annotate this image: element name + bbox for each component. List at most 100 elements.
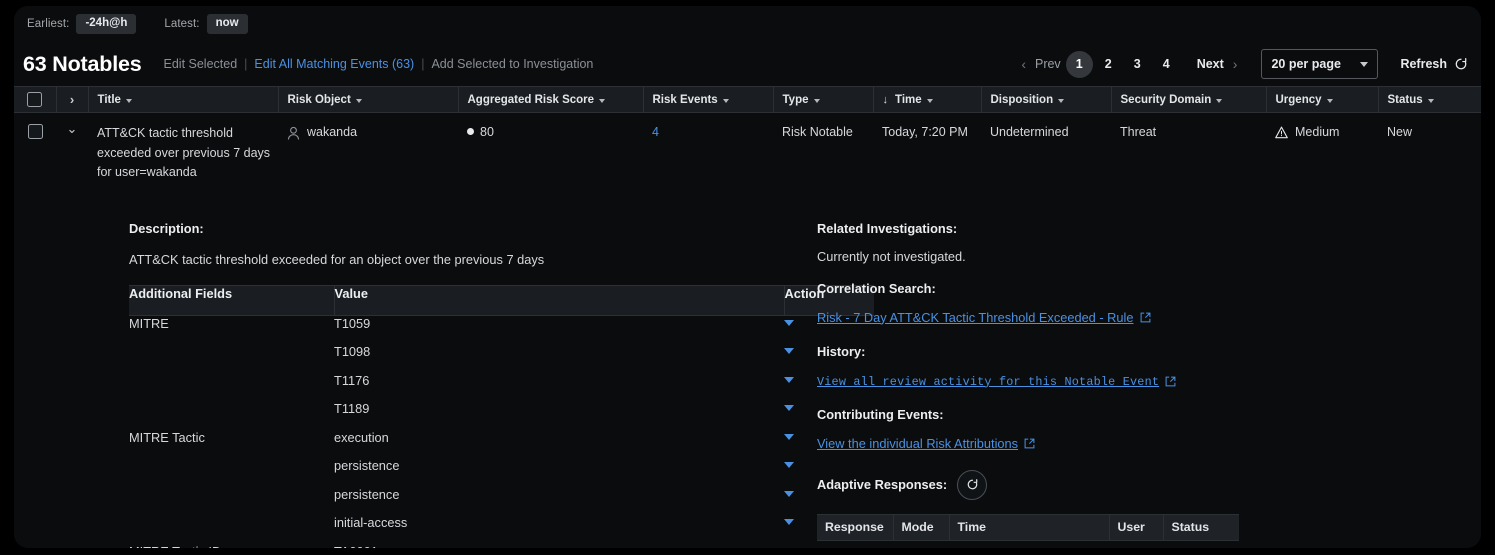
select-all-checkbox[interactable] <box>27 92 42 107</box>
contributing-events-section: Contributing Events: View the individual… <box>817 407 1481 453</box>
ar-response-link[interactable]: Notable <box>817 540 893 548</box>
pagination: ‹ Prev 1 2 3 4 Next › <box>1017 51 1241 78</box>
edit-all-matching-events-link[interactable]: Edit All Matching Events (63) <box>254 57 414 71</box>
action-caret-icon[interactable] <box>784 491 794 497</box>
time-value: Today, 7:20 PM <box>873 113 981 151</box>
row-checkbox[interactable] <box>28 124 43 139</box>
chevron-down-icon <box>1058 99 1064 103</box>
ar-column-response: Response <box>817 514 893 540</box>
page-button-1[interactable]: 1 <box>1066 51 1093 78</box>
contributing-events-link[interactable]: View the individual Risk Attributions <box>817 436 1035 451</box>
cell-time: Today, 7:20 PM <box>873 113 981 193</box>
cell-risk-events: 4 <box>643 113 773 193</box>
earliest-value[interactable]: -24h@h <box>76 14 136 34</box>
ar-status-value: success <box>1186 548 1230 549</box>
field-value: T1176 <box>334 373 784 402</box>
action-caret-icon[interactable] <box>784 348 794 354</box>
column-header-risk-events[interactable]: Risk Events <box>643 87 773 113</box>
related-investigations-section: Related Investigations: Currently not in… <box>817 221 1481 264</box>
history-heading: History: <box>817 344 1481 359</box>
external-link-icon <box>1024 438 1035 449</box>
field-value: T1189 <box>334 401 784 430</box>
chevron-left-icon[interactable]: ‹ <box>1017 57 1030 71</box>
column-header-time[interactable]: ↓ Time <box>873 87 981 113</box>
latest-value[interactable]: now <box>207 14 248 34</box>
column-header-status[interactable]: Status <box>1378 87 1481 113</box>
field-name <box>129 458 334 487</box>
notables-window: Earliest: -24h@h Latest: now 63 Notables… <box>14 6 1481 548</box>
chevron-right-icon[interactable]: › <box>1229 57 1242 71</box>
action-caret-icon[interactable] <box>784 462 794 468</box>
column-label: Time <box>895 94 922 106</box>
history-section: History: View all review activity for th… <box>817 344 1481 390</box>
action-caret-icon[interactable] <box>784 548 794 549</box>
adaptive-responses-header-row: Response Mode Time User Status <box>817 514 1239 540</box>
chevron-down-icon <box>927 99 933 103</box>
field-row: MITRE Tactic execution <box>129 430 874 459</box>
column-header-risk-object[interactable]: Risk Object <box>278 87 458 113</box>
history-link[interactable]: View all review activity for this Notabl… <box>817 375 1176 389</box>
row-title: ATT&CK tactic threshold exceeded over pr… <box>88 113 278 193</box>
refresh-label: Refresh <box>1400 57 1447 71</box>
column-header-security-domain[interactable]: Security Domain <box>1111 87 1266 113</box>
action-caret-icon[interactable] <box>784 405 794 411</box>
refresh-icon <box>966 478 979 491</box>
history-link-label: View all review activity for this Notabl… <box>817 375 1159 389</box>
table-row[interactable]: ⌄ ATT&CK tactic threshold exceeded over … <box>14 113 1481 193</box>
related-investigations-heading: Related Investigations: <box>817 221 1481 236</box>
expand-all-header[interactable]: › <box>56 87 88 113</box>
refresh-icon <box>1454 57 1468 71</box>
page-button-4[interactable]: 4 <box>1153 51 1180 78</box>
action-caret-icon[interactable] <box>784 320 794 326</box>
column-header-disposition[interactable]: Disposition <box>981 87 1111 113</box>
page-button-3[interactable]: 3 <box>1124 51 1151 78</box>
chevron-down-icon <box>723 99 729 103</box>
edit-selected-link[interactable]: Edit Selected <box>164 57 238 71</box>
field-value: execution <box>334 430 784 459</box>
cell-title: ATT&CK tactic threshold exceeded over pr… <box>88 113 278 193</box>
field-name <box>129 373 334 402</box>
field-value: persistence <box>334 458 784 487</box>
field-value: initial-access <box>334 515 784 544</box>
row-select-cell[interactable] <box>14 113 56 193</box>
risk-events-link[interactable]: 4 <box>643 113 773 151</box>
prev-page-button[interactable]: Prev <box>1032 57 1064 71</box>
action-caret-icon[interactable] <box>784 519 794 525</box>
adaptive-responses-refresh-button[interactable] <box>957 470 987 500</box>
external-link-icon <box>1165 376 1176 387</box>
adaptive-responses-table: Response Mode Time User Status Notable s… <box>817 514 1239 549</box>
cell-disposition: Undetermined <box>981 113 1111 193</box>
check-icon: ✓ <box>1171 548 1181 549</box>
action-caret-icon[interactable] <box>784 377 794 383</box>
value-header: Value <box>334 285 784 315</box>
field-row: T1189 <box>129 401 874 430</box>
field-name <box>129 515 334 544</box>
row-expand-cell[interactable]: ⌄ <box>56 113 88 193</box>
chevron-right-icon[interactable]: › <box>70 93 74 106</box>
additional-fields-header: Additional Fields <box>129 285 334 315</box>
chevron-down-icon[interactable]: ⌄ <box>67 122 78 135</box>
chevron-down-icon <box>1327 99 1333 103</box>
field-row: T1176 <box>129 373 874 402</box>
sort-descending-icon: ↓ <box>883 94 889 106</box>
expanded-row-detail: Description: ATT&CK tactic threshold exc… <box>14 193 1481 549</box>
adaptive-responses-header: Adaptive Responses: <box>817 470 1481 500</box>
page-button-2[interactable]: 2 <box>1095 51 1122 78</box>
select-all-header[interactable] <box>14 87 56 113</box>
column-header-aggregated-risk-score[interactable]: Aggregated Risk Score <box>458 87 643 113</box>
user-icon <box>287 126 300 141</box>
field-name <box>129 401 334 430</box>
column-label: Security Domain <box>1121 94 1212 106</box>
next-page-button[interactable]: Next <box>1194 57 1227 71</box>
correlation-search-heading: Correlation Search: <box>817 281 1481 296</box>
add-selected-to-investigation-link[interactable]: Add Selected to Investigation <box>431 57 593 71</box>
column-header-urgency[interactable]: Urgency <box>1266 87 1378 113</box>
refresh-control[interactable]: Refresh <box>1400 57 1468 71</box>
correlation-search-link[interactable]: Risk - 7 Day ATT&CK Tactic Threshold Exc… <box>817 310 1151 325</box>
column-header-title[interactable]: Title <box>88 87 278 113</box>
per-page-select[interactable]: 20 per page <box>1261 49 1378 79</box>
detail-right-column: Related Investigations: Currently not in… <box>809 221 1481 549</box>
action-caret-icon[interactable] <box>784 434 794 440</box>
column-header-type[interactable]: Type <box>773 87 873 113</box>
per-page-label: 20 per page <box>1271 57 1340 71</box>
